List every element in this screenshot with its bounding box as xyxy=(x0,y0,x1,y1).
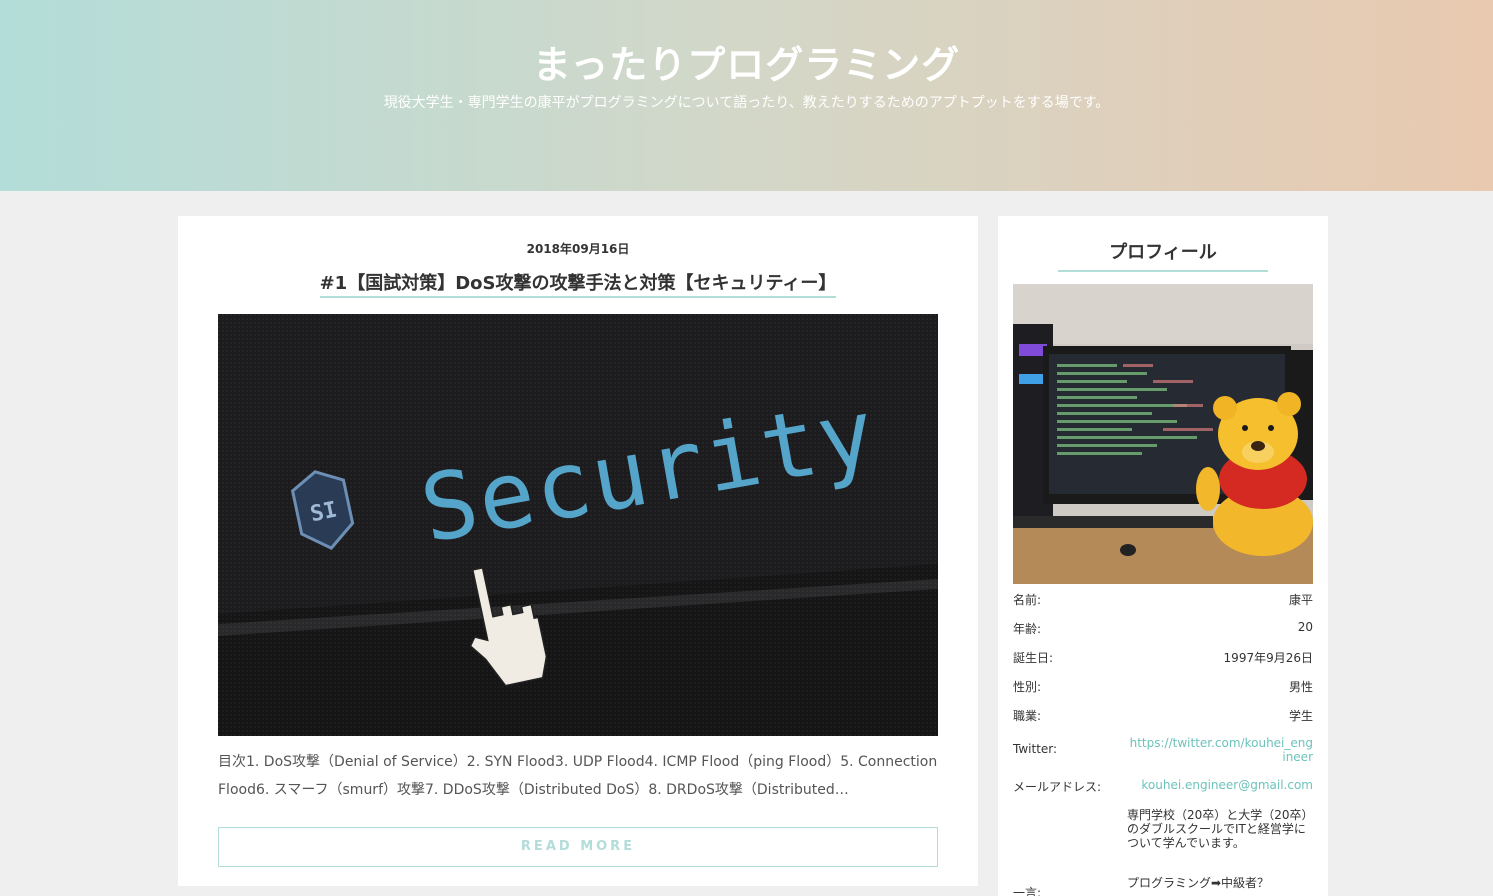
desk-with-bear-illustration xyxy=(1013,284,1313,584)
post-date: 2018年09月16日 xyxy=(526,242,630,256)
profile-value: 学生 xyxy=(1288,709,1313,723)
security-keyboard-illustration: SI Security xyxy=(218,314,938,736)
profile-key: Twitter: xyxy=(1013,742,1058,756)
profile-key: メールアドレス: xyxy=(1013,780,1102,794)
profile-key: 性別: xyxy=(1013,680,1042,694)
profile-widget: プロフィール 名前: 康平 年齢: 20 誕生日: 1997年9月26日 性別:… xyxy=(998,216,1328,896)
profile-row-age: 年齢: 20 xyxy=(1013,620,1313,640)
profile-row-twitter: Twitter: https://twitter.com/kouhei_engi… xyxy=(1013,736,1313,768)
post-title[interactable]: #1【国試対策】DoS攻撃の攻撃手法と対策【セキュリティー】 xyxy=(178,269,978,298)
profile-key: 誕生日: xyxy=(1013,651,1054,665)
profile-row-birthday: 誕生日: 1997年9月26日 xyxy=(1013,649,1313,669)
profile-key: 一言: xyxy=(1013,886,1042,896)
post-eyecatch-image[interactable]: SI Security xyxy=(218,314,938,736)
profile-value: 康平 xyxy=(1288,593,1313,607)
profile-value: 1997年9月26日 xyxy=(1223,651,1313,665)
profile-title: プロフィール xyxy=(1058,238,1268,272)
profile-row-occupation: 職業: 学生 xyxy=(1013,707,1313,727)
read-more-button[interactable]: READ MORE xyxy=(218,827,938,867)
site-description: 現役大学生・専門学生の康平がプログラミングについて語ったり、教えたりするためのア… xyxy=(383,95,1110,111)
profile-photo xyxy=(1013,284,1313,584)
post-card: 2018年09月16日 #1【国試対策】DoS攻撃の攻撃手法と対策【セキュリティ… xyxy=(178,216,978,886)
site-header: まったりプログラミング 現役大学生・専門学生の康平がプログラミングについて語った… xyxy=(0,0,1493,191)
twitter-link[interactable]: https://twitter.com/kouhei_engineer xyxy=(1127,736,1313,764)
profile-key: 職業: xyxy=(1013,709,1042,723)
profile-row-comment: 一言: プログラミング➡中級者？ xyxy=(1013,876,1313,896)
profile-value: 男性 xyxy=(1288,680,1313,694)
site-title[interactable]: まったりプログラミング xyxy=(0,34,1493,89)
profile-row-email: メールアドレス: kouhei.engineer@gmail.com xyxy=(1013,778,1313,798)
profile-key: 名前: xyxy=(1013,593,1042,607)
profile-row-gender: 性別: 男性 xyxy=(1013,678,1313,698)
profile-value: 20 xyxy=(1297,620,1313,634)
profile-key: 年齢: xyxy=(1013,622,1042,636)
profile-row-name: 名前: 康平 xyxy=(1013,591,1313,611)
email-link[interactable]: kouhei.engineer@gmail.com xyxy=(1141,778,1313,792)
post-excerpt: 目次1. DoS攻撃（Denial of Service）2. SYN Floo… xyxy=(218,754,938,798)
post-title-text[interactable]: #1【国試対策】DoS攻撃の攻撃手法と対策【セキュリティー】 xyxy=(319,273,837,298)
profile-bio: 専門学校（20卒）と大学（20卒）のダブルスクールでITと経営学について学んでい… xyxy=(1127,808,1308,850)
profile-comment: プログラミング➡中級者？ xyxy=(1127,876,1270,890)
profile-row-bio: 専門学校（20卒）と大学（20卒）のダブルスクールでITと経営学について学んでい… xyxy=(1013,808,1313,866)
